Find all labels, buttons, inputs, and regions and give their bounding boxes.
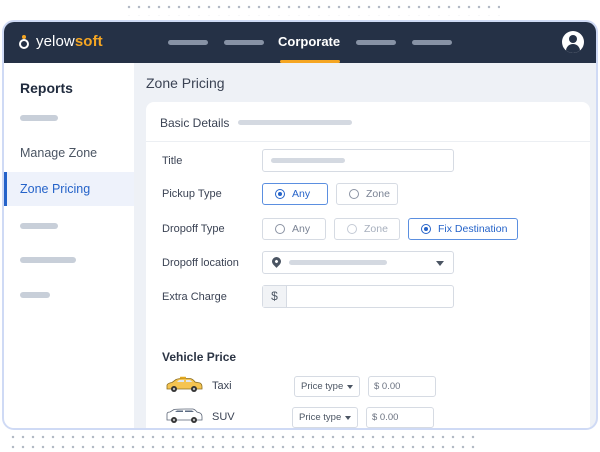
app-window: yelowsoft Corporate Reports Manage Zone … bbox=[2, 20, 598, 430]
decorative-dots-bottom bbox=[8, 432, 478, 452]
pickup-zone-radio[interactable]: Zone bbox=[336, 183, 398, 205]
vehicle-name-taxi: Taxi bbox=[212, 380, 232, 392]
brand-logo[interactable]: yelowsoft bbox=[18, 33, 103, 50]
radio-icon bbox=[349, 189, 359, 199]
nav-item-corporate[interactable]: Corporate bbox=[278, 34, 340, 49]
nav-item-placeholder-3[interactable] bbox=[356, 40, 396, 45]
title-input[interactable] bbox=[262, 149, 454, 172]
caret-down-icon bbox=[347, 385, 353, 389]
dropoff-type-label: Dropoff Type bbox=[162, 223, 225, 235]
sidebar-item-placeholder[interactable] bbox=[20, 257, 76, 263]
logo-icon bbox=[18, 34, 30, 49]
form-card: Basic Details Title Pickup Type Any Zone… bbox=[146, 102, 590, 428]
page-title: Zone Pricing bbox=[146, 75, 225, 91]
title-label: Title bbox=[162, 155, 183, 167]
decorative-dots-top bbox=[124, 2, 500, 16]
sidebar-item-placeholder[interactable] bbox=[20, 223, 58, 229]
dropoff-fix-destination-radio[interactable]: Fix Destination bbox=[408, 218, 518, 240]
dropoff-location-select[interactable] bbox=[262, 251, 454, 274]
caret-down-icon bbox=[345, 416, 351, 420]
section-title: Basic Details bbox=[160, 116, 230, 130]
brand-name: yelowsoft bbox=[36, 33, 103, 50]
extra-charge-input[interactable]: $ bbox=[262, 285, 454, 308]
suv-car-icon bbox=[166, 408, 203, 423]
sidebar: Reports Manage Zone Zone Pricing bbox=[4, 63, 134, 428]
pickup-any-radio[interactable]: Any bbox=[262, 183, 328, 205]
taxi-car-icon bbox=[166, 376, 203, 392]
sidebar-item-zone-pricing[interactable]: Zone Pricing bbox=[4, 172, 134, 206]
currency-prefix: $ bbox=[263, 286, 287, 307]
nav-active-indicator bbox=[280, 60, 340, 63]
nav-item-placeholder-4[interactable] bbox=[412, 40, 452, 45]
taxi-price-type-select[interactable]: Price type bbox=[294, 376, 360, 397]
title-input-placeholder bbox=[271, 158, 345, 163]
vehicle-price-title: Vehicle Price bbox=[162, 350, 237, 364]
radio-selected-icon bbox=[275, 189, 285, 199]
radio-icon bbox=[347, 224, 357, 234]
dropoff-location-label: Dropoff location bbox=[162, 257, 239, 269]
radio-selected-icon bbox=[421, 224, 431, 234]
user-avatar-icon[interactable] bbox=[562, 31, 584, 53]
suv-price-input[interactable]: $ 0.00 bbox=[366, 407, 434, 428]
dropoff-any-radio[interactable]: Any bbox=[262, 218, 326, 240]
location-placeholder bbox=[289, 260, 387, 265]
sidebar-item-placeholder[interactable] bbox=[20, 292, 50, 298]
header-placeholder-line bbox=[238, 120, 352, 125]
sidebar-item-manage-zone[interactable]: Manage Zone bbox=[4, 136, 134, 170]
chevron-down-icon bbox=[436, 261, 444, 266]
top-navbar: yelowsoft Corporate bbox=[4, 22, 596, 63]
extra-charge-label: Extra Charge bbox=[162, 291, 227, 303]
location-pin-icon bbox=[270, 255, 283, 268]
sidebar-title: Reports bbox=[20, 80, 73, 96]
vehicle-name-suv: SUV bbox=[212, 411, 235, 423]
pickup-type-label: Pickup Type bbox=[162, 188, 222, 200]
suv-price-type-select[interactable]: Price type bbox=[292, 407, 358, 428]
radio-icon bbox=[275, 224, 285, 234]
taxi-price-input[interactable]: $ 0.00 bbox=[368, 376, 436, 397]
dropoff-zone-radio[interactable]: Zone bbox=[334, 218, 400, 240]
nav-item-placeholder-2[interactable] bbox=[224, 40, 264, 45]
nav-item-placeholder-1[interactable] bbox=[168, 40, 208, 45]
sidebar-item-placeholder[interactable] bbox=[20, 115, 58, 121]
card-header: Basic Details bbox=[146, 102, 590, 142]
